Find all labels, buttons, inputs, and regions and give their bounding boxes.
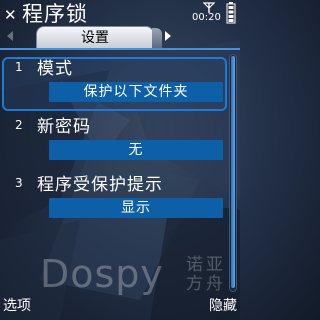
tab-right-arrow-icon[interactable] xyxy=(165,31,171,41)
hide-softkey[interactable]: 隐藏 xyxy=(209,297,237,315)
close-icon[interactable]: ✕ xyxy=(4,8,17,23)
item-value[interactable]: 保护以下文件夹 xyxy=(49,82,223,102)
tab-left-arrow-icon[interactable] xyxy=(7,31,13,41)
battery-icon xyxy=(226,2,236,24)
item-number: 1 xyxy=(15,60,23,74)
setting-item-mode[interactable]: 1 模式 保护以下文件夹 xyxy=(2,57,227,111)
item-value[interactable]: 无 xyxy=(49,140,223,160)
setting-item-protect-prompt[interactable]: 3 程序受保护提示 显示 xyxy=(2,173,227,227)
tab-underline xyxy=(0,48,240,50)
scrollbar-thumb[interactable] xyxy=(231,56,235,288)
item-label: 程序受保护提示 xyxy=(37,175,163,195)
item-label: 新密码 xyxy=(37,117,91,137)
setting-item-new-password[interactable]: 2 新密码 无 xyxy=(2,115,227,169)
options-softkey[interactable]: 选项 xyxy=(3,297,31,315)
item-value[interactable]: 显示 xyxy=(49,198,223,218)
tab-settings[interactable]: 设置 xyxy=(36,26,154,49)
app-title: 程序锁 xyxy=(22,2,88,26)
tab-next[interactable] xyxy=(152,28,162,48)
watermark: Dospy xyxy=(40,252,164,296)
watermark-sub: 诺亚方舟 xyxy=(186,255,226,294)
title-bar: ✕ 程序锁 00:20 设置 xyxy=(0,0,240,52)
item-label: 模式 xyxy=(37,59,73,79)
clock: 00:20 xyxy=(192,12,221,23)
item-number: 3 xyxy=(15,176,23,190)
scrollbar[interactable] xyxy=(229,54,237,292)
item-number: 2 xyxy=(15,118,23,132)
